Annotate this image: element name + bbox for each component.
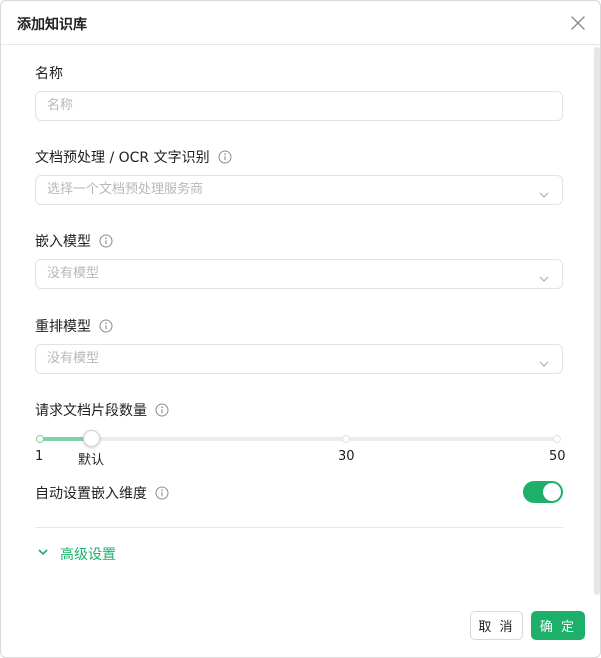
doc-count-label: 请求文档片段数量: [35, 403, 147, 419]
chevron-down-icon: [538, 268, 550, 296]
slider-mark-30: 30: [338, 449, 355, 464]
name-input[interactable]: 名称: [35, 91, 563, 121]
doc-count-slider[interactable]: [36, 430, 561, 447]
embedding-label-row: 嵌入模型: [35, 231, 113, 251]
preprocess-label: 文档预处理 / OCR 文字识别: [35, 150, 210, 166]
info-icon[interactable]: [155, 403, 169, 417]
rerank-placeholder: 没有模型: [47, 351, 100, 366]
auto-dim-label-row: 自动设置嵌入维度: [35, 483, 169, 503]
name-placeholder: 名称: [47, 98, 74, 113]
dialog-title: 添加知识库: [17, 17, 87, 33]
preprocess-select[interactable]: 选择一个文档预处理服务商: [35, 175, 563, 205]
name-label-row: 名称: [35, 63, 63, 83]
advanced-settings-toggle[interactable]: 高级设置: [37, 544, 116, 564]
divider: [35, 527, 564, 528]
info-icon[interactable]: [155, 486, 169, 500]
chevron-down-icon: [37, 546, 49, 562]
preprocess-placeholder: 选择一个文档预处理服务商: [47, 182, 204, 197]
preprocess-label-row: 文档预处理 / OCR 文字识别: [35, 147, 232, 167]
cancel-button[interactable]: 取 消: [470, 611, 523, 640]
auto-dim-label: 自动设置嵌入维度: [35, 486, 147, 502]
rerank-label-row: 重排模型: [35, 316, 113, 336]
toggle-knob: [543, 483, 561, 501]
slider-mark-min: 1: [35, 449, 44, 464]
rerank-label: 重排模型: [35, 319, 91, 335]
advanced-settings-label: 高级设置: [60, 547, 116, 563]
chevron-down-icon: [538, 184, 550, 212]
info-icon[interactable]: [99, 234, 113, 248]
ok-button[interactable]: 确 定: [531, 611, 585, 640]
slider-dot-min: [36, 435, 44, 443]
scrollbar[interactable]: [594, 47, 600, 595]
close-icon[interactable]: [567, 12, 589, 34]
dialog-header: 添加知识库: [1, 1, 600, 45]
doc-count-label-row: 请求文档片段数量: [35, 400, 169, 420]
embedding-placeholder: 没有模型: [47, 266, 100, 281]
auto-dim-toggle[interactable]: [523, 481, 563, 503]
slider-mark-default: 默认: [78, 453, 105, 468]
rerank-model-select[interactable]: 没有模型: [35, 344, 563, 374]
slider-mark-max: 50: [549, 449, 566, 464]
slider-dot-max: [553, 435, 561, 443]
info-icon[interactable]: [99, 319, 113, 333]
name-label: 名称: [35, 66, 63, 82]
info-icon[interactable]: [218, 150, 232, 164]
add-knowledge-base-dialog: 添加知识库 名称 名称 文档预处理 / OCR 文字识别 选择一个文档预处理服务…: [0, 0, 601, 658]
slider-dot-30: [342, 435, 351, 443]
chevron-down-icon: [538, 353, 550, 381]
slider-handle[interactable]: [83, 430, 101, 447]
embedding-model-select[interactable]: 没有模型: [35, 259, 563, 289]
embedding-label: 嵌入模型: [35, 234, 91, 250]
